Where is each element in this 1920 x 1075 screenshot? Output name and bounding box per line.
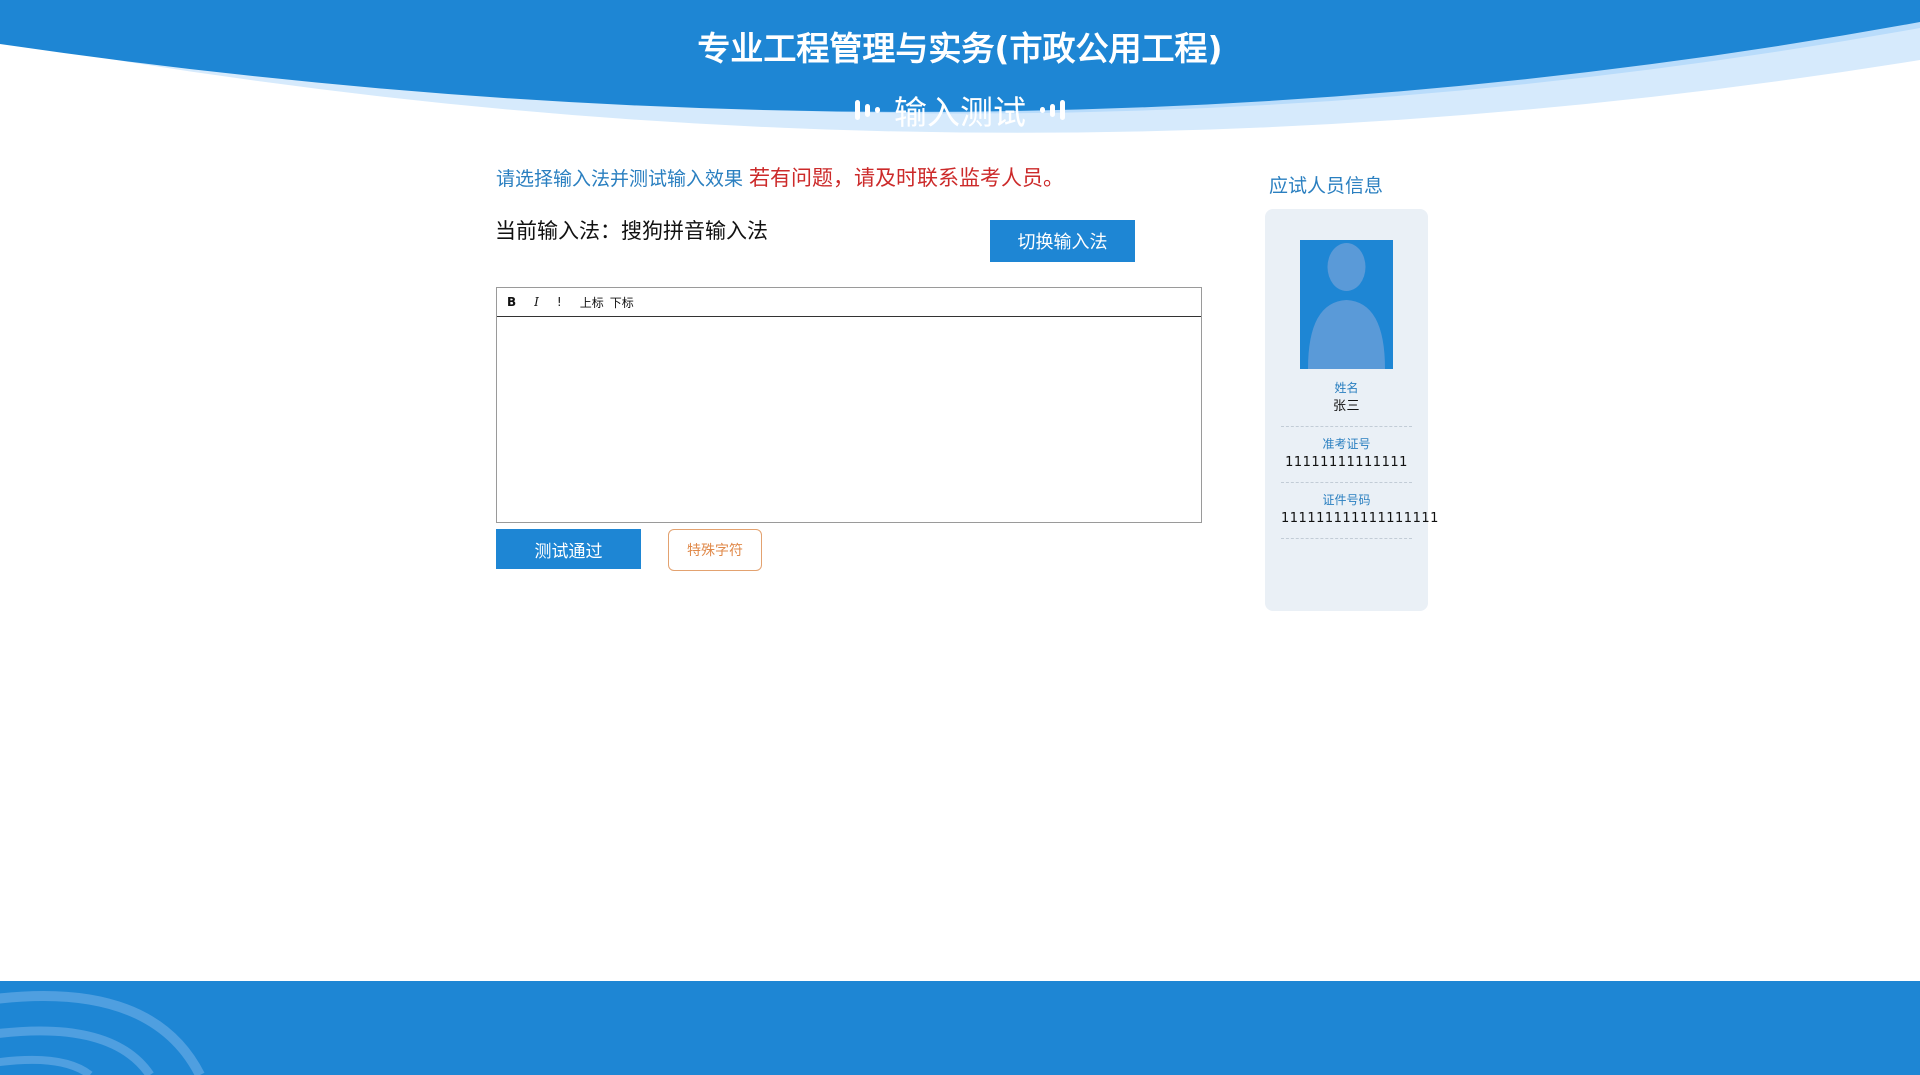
subscript-button[interactable]: 下标 [610, 294, 634, 311]
current-ime-label: 当前输入法： [495, 219, 621, 243]
superscript-button[interactable]: 上标 [580, 294, 604, 311]
instruction-warning: 若有问题，请及时联系监考人员。 [749, 166, 1065, 190]
instruction-hint: 请选择输入法并测试输入效果 [496, 168, 744, 190]
current-ime-row: 当前输入法：搜狗拼音输入法 [495, 215, 768, 245]
candidate-id-label: 证件号码 [1322, 493, 1371, 507]
candidate-info-card: 姓名 张三 准考证号 11111111111111 证件号码 111111111… [1265, 209, 1439, 611]
current-ime-value: 搜狗拼音输入法 [621, 219, 768, 243]
candidate-name-value: 张三 [1332, 399, 1360, 414]
bold-button[interactable]: B [507, 295, 516, 309]
avatar [1300, 240, 1393, 369]
footer-bar [0, 981, 1920, 1075]
switch-ime-button[interactable]: 切换输入法 [990, 220, 1135, 262]
candidate-ticket-label: 准考证号 [1322, 437, 1371, 451]
candidate-info-title: 应试人员信息 [1269, 175, 1384, 197]
candidate-ticket-block: 准考证号 11111111111111 [1281, 435, 1412, 483]
candidate-name-label: 姓名 [1334, 381, 1359, 395]
page-subtitle-row: 输入测试 [0, 86, 1920, 134]
exclaim-button[interactable]: ! [557, 295, 562, 309]
person-silhouette-icon [1308, 243, 1385, 369]
left-sound-bars-icon [855, 100, 880, 120]
candidate-name-block: 姓名 张三 [1281, 379, 1412, 427]
candidate-ticket-value: 11111111111111 [1285, 455, 1408, 470]
test-pass-button[interactable]: 测试通过 [496, 529, 641, 569]
right-sound-bars-icon [1040, 100, 1065, 120]
candidate-id-block: 证件号码 111111111111111111 [1281, 491, 1439, 539]
page-title: 专业工程管理与实务(市政公用工程) [697, 29, 1223, 68]
editor-toolbar: B I ! 上标 下标 [497, 288, 1201, 317]
rich-text-editor: B I ! 上标 下标 [496, 287, 1202, 523]
exam-input-test-page: 专业工程管理与实务(市政公用工程) 输入测试 请选择输入法并测试输入效果 若有问题… [0, 0, 1920, 1075]
italic-button[interactable]: I [534, 295, 539, 309]
footer-wave-decoration [0, 991, 205, 1075]
page-subtitle: 输入测试 [894, 93, 1026, 132]
editor-text-area[interactable] [497, 317, 1201, 522]
special-characters-button[interactable]: 特殊字符 [668, 529, 762, 571]
instruction-line: 请选择输入法并测试输入效果 若有问题，请及时联系监考人员。 [496, 162, 1064, 192]
candidate-id-value: 111111111111111111 [1281, 511, 1439, 526]
